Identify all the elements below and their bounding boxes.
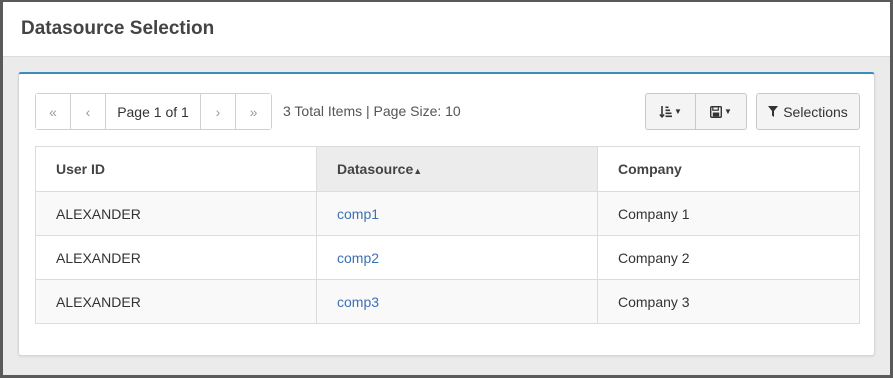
page-indicator: Page 1 of 1 bbox=[106, 94, 201, 129]
cell-datasource[interactable]: comp3 bbox=[316, 279, 598, 324]
table-row[interactable]: ALEXANDER comp1 Company 1 bbox=[35, 191, 860, 236]
chevron-down-icon: ▼ bbox=[674, 107, 682, 116]
sort-ascending-icon: ▲ bbox=[413, 166, 423, 176]
window-frame: Datasource Selection « ‹ Page 1 of 1 › »… bbox=[0, 0, 893, 378]
column-header-user-id[interactable]: User ID bbox=[35, 146, 317, 192]
table-header-row: User ID Datasource▲ Company bbox=[35, 146, 860, 192]
datasource-panel: « ‹ Page 1 of 1 › » 3 Total Items | Page… bbox=[18, 72, 875, 356]
save-button[interactable]: ▼ bbox=[696, 94, 746, 129]
first-page-button[interactable]: « bbox=[36, 94, 71, 129]
selections-label: Selections bbox=[783, 103, 848, 120]
cell-company: Company 1 bbox=[597, 191, 860, 236]
cell-company: Company 2 bbox=[597, 235, 860, 280]
page-header: Datasource Selection bbox=[3, 2, 890, 57]
page-title: Datasource Selection bbox=[21, 18, 215, 39]
datasource-link[interactable]: comp2 bbox=[337, 250, 379, 266]
column-header-company[interactable]: Company bbox=[597, 146, 860, 192]
next-page-button[interactable]: › bbox=[201, 94, 236, 129]
chevron-down-icon: ▼ bbox=[724, 107, 732, 116]
cell-user-id: ALEXANDER bbox=[35, 235, 317, 280]
table-row[interactable]: ALEXANDER comp3 Company 3 bbox=[35, 279, 860, 324]
selections-button[interactable]: Selections bbox=[756, 93, 860, 130]
cell-user-id: ALEXANDER bbox=[35, 279, 317, 324]
item-summary: 3 Total Items | Page Size: 10 bbox=[283, 103, 461, 119]
cell-user-id: ALEXANDER bbox=[35, 191, 317, 236]
sort-amount-icon bbox=[659, 106, 673, 118]
table-tools: ▼ ▼ bbox=[645, 93, 747, 130]
cell-datasource[interactable]: comp2 bbox=[316, 235, 598, 280]
filter-icon bbox=[768, 106, 779, 117]
datasource-link[interactable]: comp1 bbox=[337, 206, 379, 222]
datasource-table: User ID Datasource▲ Company ALEXANDER co… bbox=[35, 146, 860, 324]
pagination: « ‹ Page 1 of 1 › » bbox=[35, 93, 272, 130]
cell-company: Company 3 bbox=[597, 279, 860, 324]
cell-datasource[interactable]: comp1 bbox=[316, 191, 598, 236]
sort-button[interactable]: ▼ bbox=[646, 94, 696, 129]
floppy-disk-icon bbox=[710, 105, 723, 118]
last-page-button[interactable]: » bbox=[236, 94, 271, 129]
column-header-datasource[interactable]: Datasource▲ bbox=[316, 146, 598, 192]
prev-page-button[interactable]: ‹ bbox=[71, 94, 106, 129]
datasource-link[interactable]: comp3 bbox=[337, 294, 379, 310]
table-row[interactable]: ALEXANDER comp2 Company 2 bbox=[35, 235, 860, 280]
